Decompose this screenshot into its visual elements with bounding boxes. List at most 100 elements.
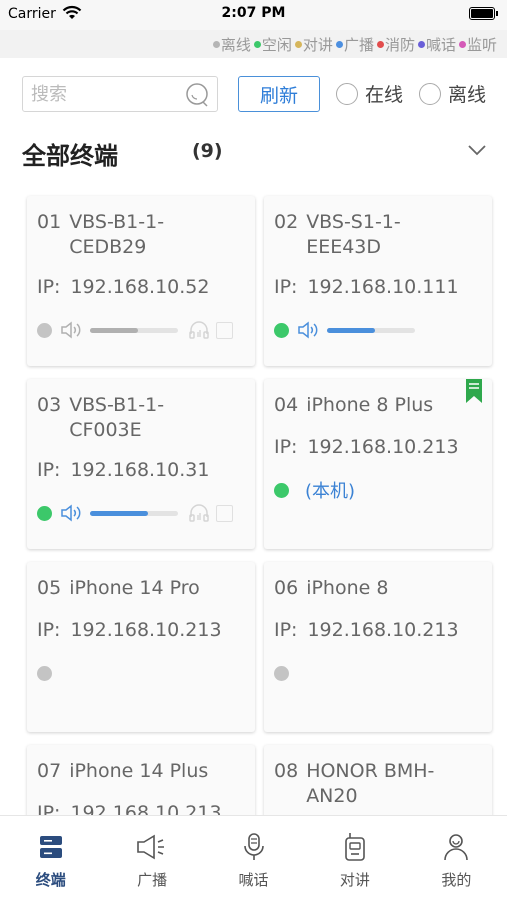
terminal-card[interactable]: 07 iPhone 14 Plus IP: 192.168.10.213 [27,745,255,815]
terminal-card[interactable]: 02 VBS-S1-1- EEE43D IP: 192.168.10.111 [264,196,492,366]
terminal-controls [274,320,415,340]
terminal-name: 03 VBS-B1-1- CF003E [37,393,247,443]
speaker-icon[interactable] [60,320,84,340]
terminal-ip: IP: 192.168.10.52 [37,276,209,298]
status-dot [37,322,52,338]
terminal-index: 07 [37,760,62,782]
legend-dot [376,40,384,48]
terminal-grid: 01 VBS-B1-1- CEDB29 IP: 192.168.10.52 02 VBS-… [0,184,507,815]
terminal-card[interactable]: 04 iPhone 8 Plus IP: 192.168.10.213 (本机) [264,379,492,549]
legend-label: 消防 [384,35,415,54]
terminal-name-label: VBS-S1-1- EEE43D [306,211,401,258]
tab-label: 我的 [441,871,472,889]
tab-walkie-talkie[interactable]: 对讲 [304,816,405,900]
terminal-name: 05 iPhone 14 Pro [37,576,247,601]
search-input[interactable] [23,77,173,111]
ip-prefix: IP: [274,436,298,458]
terminal-ip: IP: 192.168.10.213 [274,619,459,641]
terminal-card[interactable]: 01 VBS-B1-1- CEDB29 IP: 192.168.10.52 [27,196,255,366]
terminal-name-label: iPhone 14 Pro [69,577,200,599]
terminal-name: 01 VBS-B1-1- CEDB29 [37,210,247,260]
ip-value: 192.168.10.52 [70,276,210,298]
filter-offline-radio[interactable]: 离线 [419,80,486,107]
user-icon [442,832,470,862]
bookmark-icon [466,379,482,407]
terminal-ip: IP: 192.168.10.213 [37,802,222,815]
terminal-index: 01 [37,211,62,233]
search-box[interactable] [22,76,218,112]
tab-megaphone[interactable]: 广播 [101,816,202,900]
terminal-card[interactable]: 06 iPhone 8 IP: 192.168.10.213 [264,562,492,732]
legend-dot [212,40,220,48]
chevron-down-icon[interactable] [467,142,487,161]
terminal-name: 04 iPhone 8 Plus [274,393,484,418]
tab-label: 喊话 [238,871,269,889]
megaphone-icon [135,832,169,862]
ip-value: 192.168.10.213 [307,619,459,641]
speaker-icon[interactable] [60,503,84,523]
terminal-card[interactable]: 08HONOR BMH- AN20IP: [264,745,492,815]
refresh-button[interactable]: 刷新 [238,76,320,112]
headset-icon[interactable] [188,503,210,523]
ip-prefix: IP: [37,276,61,298]
tab-user[interactable]: 我的 [406,816,507,900]
terminal-index: 04 [274,394,299,416]
terminal-card[interactable]: 05 iPhone 14 Pro IP: 192.168.10.213 [27,562,255,732]
radio-circle-icon[interactable] [419,82,441,105]
legend-label: 离线 [220,35,251,54]
terminal-ip: IP: 192.168.10.111 [274,276,459,298]
terminal-index: 02 [274,211,299,233]
tab-label: 广播 [137,871,168,889]
terminal-controls [37,503,233,523]
legend-label: 喊话 [425,35,456,54]
ip-prefix: IP: [274,276,298,298]
status-dot [274,482,289,498]
ip-value: 192.168.10.213 [70,802,222,815]
terminal-name: 08 HONOR BMH- AN20 [274,759,484,809]
legend-item: 广播 [335,34,374,55]
ip-value: 192.168.10.213 [70,619,222,641]
terminal-index: 03 [37,394,62,416]
legend-item: 消防 [376,34,415,55]
terminal-index: 08 [274,760,299,782]
terminal-controls [37,320,233,340]
status-dot [37,665,52,681]
tab-microphone[interactable]: 喊话 [203,816,304,900]
speaker-icon[interactable] [297,320,321,340]
tab-terminal[interactable]: 终端 [0,816,101,900]
legend-dot [458,40,466,48]
terminal-controls [274,663,289,683]
search-icon[interactable] [185,82,211,112]
legend-dot [417,40,425,48]
terminal-ip: IP: 192.168.10.213 [37,619,222,641]
terminal-name: 02 VBS-S1-1- EEE43D [274,210,484,260]
volume-slider[interactable] [90,327,178,333]
walkie-talkie-icon [341,832,369,862]
legend-item: 喊话 [417,34,456,55]
filter-offline-label: 离线 [448,84,487,106]
legend-label: 广播 [343,35,374,54]
headset-icon[interactable] [188,320,210,340]
volume-slider[interactable] [327,327,415,333]
terminal-index: 05 [37,577,62,599]
volume-slider[interactable] [90,510,178,516]
select-checkbox[interactable] [216,504,233,522]
terminal-name: 07 iPhone 14 Plus [37,759,247,784]
radio-circle-icon[interactable] [336,82,358,105]
terminal-card[interactable]: 03 VBS-B1-1- CF003E IP: 192.168.10.31 [27,379,255,549]
legend-dot [294,40,302,48]
legend-item: 监听 [458,34,497,55]
status-bar: Carrier 2:07 PM [0,0,507,30]
terminal-name-label: HONOR BMH- AN20 [306,760,435,807]
terminal-name-label: iPhone 8 [306,577,389,599]
terminal-name-label: VBS-B1-1- CF003E [69,394,165,441]
select-checkbox[interactable] [216,321,233,339]
terminal-index: 06 [274,577,299,599]
filter-online-radio[interactable]: 在线 [336,80,403,107]
legend-dot [253,40,261,48]
terminal-controls [37,663,52,683]
group-header[interactable]: 全部终端 (9) [0,124,507,184]
ip-prefix: IP: [37,459,61,481]
microphone-icon [240,832,268,862]
group-count: (9) [192,140,223,162]
